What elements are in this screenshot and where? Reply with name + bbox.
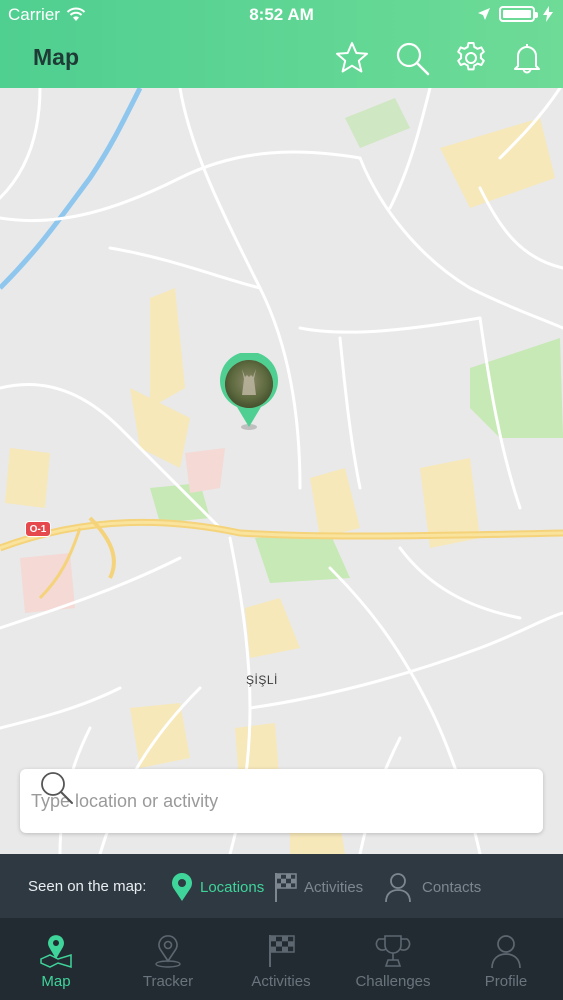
tab-profile[interactable]: Profile <box>450 918 562 1000</box>
favorites-button[interactable] <box>334 40 370 76</box>
tab-challenges[interactable]: Challenges <box>337 918 449 1000</box>
status-bar: Carrier 8:52 AM <box>0 0 563 30</box>
battery-icon <box>499 6 538 22</box>
search-input[interactable] <box>31 790 451 812</box>
tab-map-label: Map <box>41 973 71 990</box>
settings-button[interactable] <box>453 40 489 76</box>
tab-profile-label: Profile <box>484 973 528 990</box>
checkered-flag-icon <box>269 935 295 967</box>
checkered-flag-icon <box>275 873 297 902</box>
person-icon <box>385 873 411 903</box>
tab-map[interactable]: Map <box>0 918 112 1000</box>
search-icon <box>41 772 73 804</box>
notifications-button[interactable] <box>509 40 545 76</box>
bottom-tab-bar: Map Tracker Activities Challenges Profil… <box>0 918 563 1000</box>
gear-icon <box>457 42 485 71</box>
road-shield: O-1 <box>25 521 51 537</box>
map-tiles <box>0 88 563 854</box>
search-button[interactable] <box>394 40 430 76</box>
location-pin-icon <box>220 353 278 430</box>
map-filter-bar: Seen on the map: Locations Activities Co… <box>0 854 563 918</box>
district-label: ŞİŞLİ <box>246 673 278 687</box>
filter-activities[interactable]: Activities <box>272 870 363 904</box>
filter-contacts[interactable]: Contacts <box>382 870 481 904</box>
tab-tracker[interactable]: Tracker <box>112 918 224 1000</box>
location-pin-icon <box>172 873 192 901</box>
tab-challenges-label: Challenges <box>355 973 431 990</box>
person-icon <box>491 935 521 969</box>
star-icon <box>336 42 368 73</box>
charging-bolt-icon <box>543 6 553 22</box>
map-view[interactable]: O-1 ŞİŞLİ <box>0 88 563 854</box>
status-right <box>477 6 553 22</box>
filter-contacts-label: Contacts <box>422 878 482 896</box>
tab-tracker-label: Tracker <box>142 973 194 990</box>
location-marker[interactable] <box>218 353 280 431</box>
filter-locations[interactable]: Locations <box>168 870 264 904</box>
location-search-box[interactable] <box>20 769 543 833</box>
map-icon <box>40 935 72 969</box>
tab-activities-label: Activities <box>251 973 311 990</box>
filter-bar-label: Seen on the map: <box>28 878 147 895</box>
bell-icon <box>514 44 540 74</box>
tracker-icon <box>155 935 181 968</box>
location-arrow-icon <box>478 8 490 20</box>
app-header: Carrier 8:52 AM Map <box>0 0 563 88</box>
trophy-icon <box>375 935 411 967</box>
page-title: Map <box>33 44 79 70</box>
search-icon <box>396 42 430 76</box>
filter-locations-label: Locations <box>200 878 265 896</box>
filter-activities-label: Activities <box>304 878 364 896</box>
tab-activities[interactable]: Activities <box>225 918 337 1000</box>
